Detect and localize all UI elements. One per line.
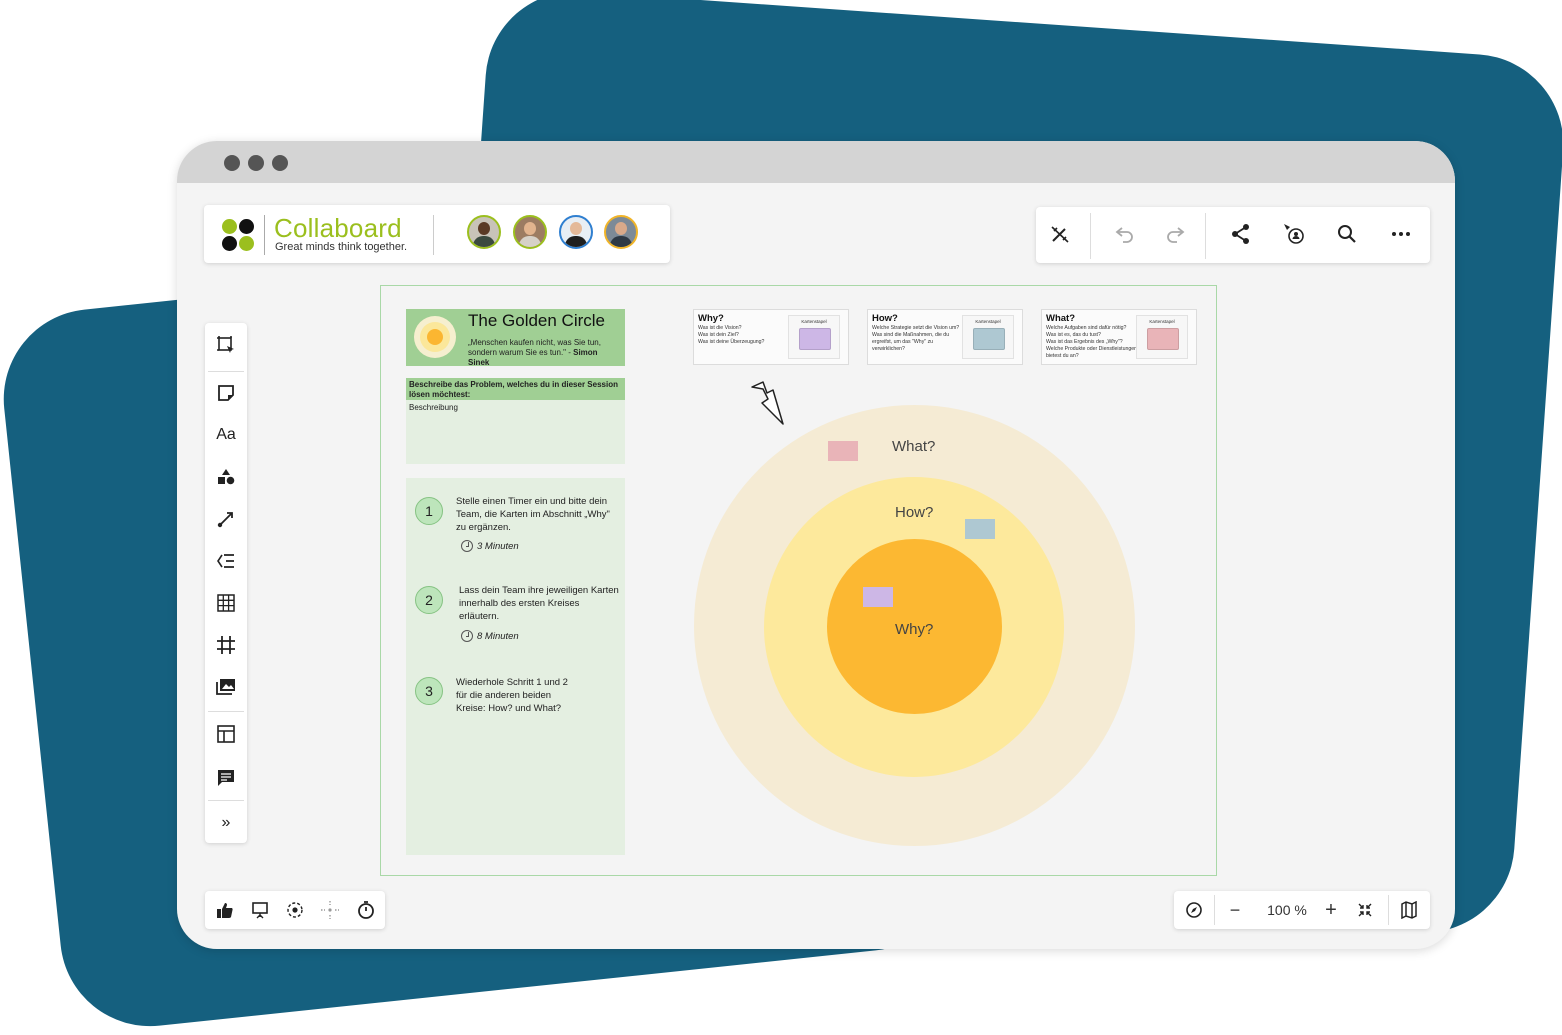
- bottom-right-toolbar: − 100 % +: [1174, 891, 1430, 929]
- card-stack[interactable]: Kartenstapel: [788, 315, 840, 359]
- expand-icon[interactable]: »: [211, 808, 241, 838]
- board-title: The Golden Circle: [468, 311, 606, 330]
- connector-icon[interactable]: [211, 504, 241, 534]
- sticky-note-icon[interactable]: [211, 378, 241, 408]
- board-quote: „Menschen kaufen nicht, was Sie tun, son…: [468, 338, 601, 367]
- divider: [208, 711, 244, 712]
- card-text: Was ist die Vision? Was ist dein Ziel? W…: [698, 325, 765, 345]
- description-heading: Beschreibe das Problem, welches du in di…: [406, 378, 625, 400]
- thumbs-up-icon[interactable]: [212, 897, 238, 923]
- presentation-icon[interactable]: [247, 897, 273, 923]
- left-toolbar: Aa »: [205, 323, 247, 843]
- divider: [208, 800, 244, 801]
- divider: [433, 215, 434, 255]
- card-stack-label: Kartenstapel: [975, 319, 1001, 324]
- select-frame-icon[interactable]: [211, 330, 241, 360]
- compass-icon[interactable]: [1181, 897, 1207, 923]
- share-icon[interactable]: [1226, 219, 1256, 249]
- fit-screen-icon[interactable]: [1352, 897, 1378, 923]
- attention-icon[interactable]: [317, 897, 343, 923]
- card-stack[interactable]: Kartenstapel: [962, 315, 1014, 359]
- top-toolbar: [1036, 207, 1430, 263]
- follow-user-icon[interactable]: [1279, 219, 1309, 249]
- step-text: Lass dein Team ihre jeweiligen Karten in…: [459, 585, 619, 622]
- cursor-arrow-icon: [749, 381, 789, 432]
- map-icon[interactable]: [1396, 897, 1422, 923]
- card-swatch[interactable]: [799, 328, 831, 350]
- card-title: How?: [872, 313, 898, 324]
- why-card[interactable]: Why? Was ist die Vision? Was ist dein Zi…: [693, 309, 849, 365]
- comment-icon[interactable]: [211, 763, 241, 793]
- app-window: Collaboard Great minds think together. A…: [177, 141, 1455, 949]
- zoom-level: 100 %: [1267, 902, 1307, 918]
- card-stack-label: Kartenstapel: [801, 319, 827, 324]
- step-number: 3: [415, 677, 443, 705]
- card-text: Welche Aufgaben sind dafür nötig? Was is…: [1046, 325, 1138, 359]
- step-text: Wiederhole Schritt 1 und 2 für die ander…: [456, 677, 568, 714]
- collaboard-logo-icon: [222, 219, 256, 253]
- zoom-in-button[interactable]: +: [1318, 897, 1344, 923]
- search-icon[interactable]: [1332, 219, 1362, 249]
- image-icon[interactable]: [211, 672, 241, 702]
- table-icon[interactable]: [211, 588, 241, 618]
- shapes-icon[interactable]: [211, 462, 241, 492]
- why-label: Why?: [895, 621, 934, 638]
- card-title: Why?: [698, 313, 724, 324]
- undo-icon[interactable]: [1110, 219, 1140, 249]
- how-card[interactable]: How? Welche Strategie setzt die Vision u…: [867, 309, 1023, 365]
- description-card[interactable]: Beschreibe das Problem, welches du in di…: [406, 378, 625, 464]
- step-number: 1: [415, 497, 443, 525]
- divider: [208, 371, 244, 372]
- sticky-note[interactable]: [863, 587, 893, 607]
- redo-icon[interactable]: [1160, 219, 1190, 249]
- text-tool-icon[interactable]: Aa: [211, 420, 241, 450]
- divider: [1214, 895, 1215, 925]
- window-titlebar: [177, 141, 1455, 183]
- what-label: What?: [892, 438, 936, 455]
- title-card[interactable]: The Golden Circle „Menschen kaufen nicht…: [406, 309, 625, 367]
- divider: [1388, 895, 1389, 925]
- template-icon[interactable]: [211, 719, 241, 749]
- description-body: Beschreibung: [409, 403, 458, 412]
- card-stack[interactable]: Kartenstapel: [1136, 315, 1188, 359]
- steps-card[interactable]: 1 Stelle einen Timer ein und bitte dein …: [406, 478, 625, 855]
- step-number: 2: [415, 586, 443, 614]
- clock-icon: [461, 630, 473, 642]
- timer-icon[interactable]: [353, 897, 379, 923]
- more-icon[interactable]: [1386, 219, 1416, 249]
- brand-tagline: Great minds think together.: [275, 241, 408, 253]
- bottom-left-toolbar: [205, 891, 385, 929]
- card-swatch[interactable]: [973, 328, 1005, 350]
- avatar[interactable]: [513, 215, 547, 249]
- avatar[interactable]: [604, 215, 638, 249]
- window-dot[interactable]: [248, 155, 264, 171]
- brand-name: Collaboard: [274, 213, 402, 243]
- step-time: 3 Minuten: [461, 540, 519, 552]
- avatar[interactable]: [467, 215, 501, 249]
- zoom-out-button[interactable]: −: [1222, 897, 1248, 923]
- brand-divider: [264, 215, 265, 255]
- card-title: What?: [1046, 313, 1076, 324]
- magic-wand-icon[interactable]: [1045, 219, 1075, 249]
- golden-circle-icon: [414, 316, 456, 358]
- clock-icon: [461, 540, 473, 552]
- divider: [1090, 213, 1091, 259]
- card-swatch[interactable]: [1147, 328, 1179, 350]
- brand-panel: Collaboard Great minds think together.: [204, 205, 670, 263]
- mindmap-icon[interactable]: [211, 546, 241, 576]
- sticky-note[interactable]: [965, 519, 995, 539]
- window-dot[interactable]: [224, 155, 240, 171]
- divider: [1205, 213, 1206, 259]
- how-label: How?: [895, 504, 934, 521]
- frame-icon[interactable]: [211, 630, 241, 660]
- step-text: Stelle einen Timer ein und bitte dein Te…: [456, 496, 610, 533]
- window-dot[interactable]: [272, 155, 288, 171]
- avatar[interactable]: [559, 215, 593, 249]
- card-text: Welche Strategie setzt die Vision um? Wa…: [872, 325, 960, 352]
- what-card[interactable]: What? Welche Aufgaben sind dafür nötig? …: [1041, 309, 1197, 365]
- focus-icon[interactable]: [282, 897, 308, 923]
- sticky-note[interactable]: [828, 441, 858, 461]
- card-stack-label: Kartenstapel: [1149, 319, 1175, 324]
- step-time: 8 Minuten: [461, 630, 519, 642]
